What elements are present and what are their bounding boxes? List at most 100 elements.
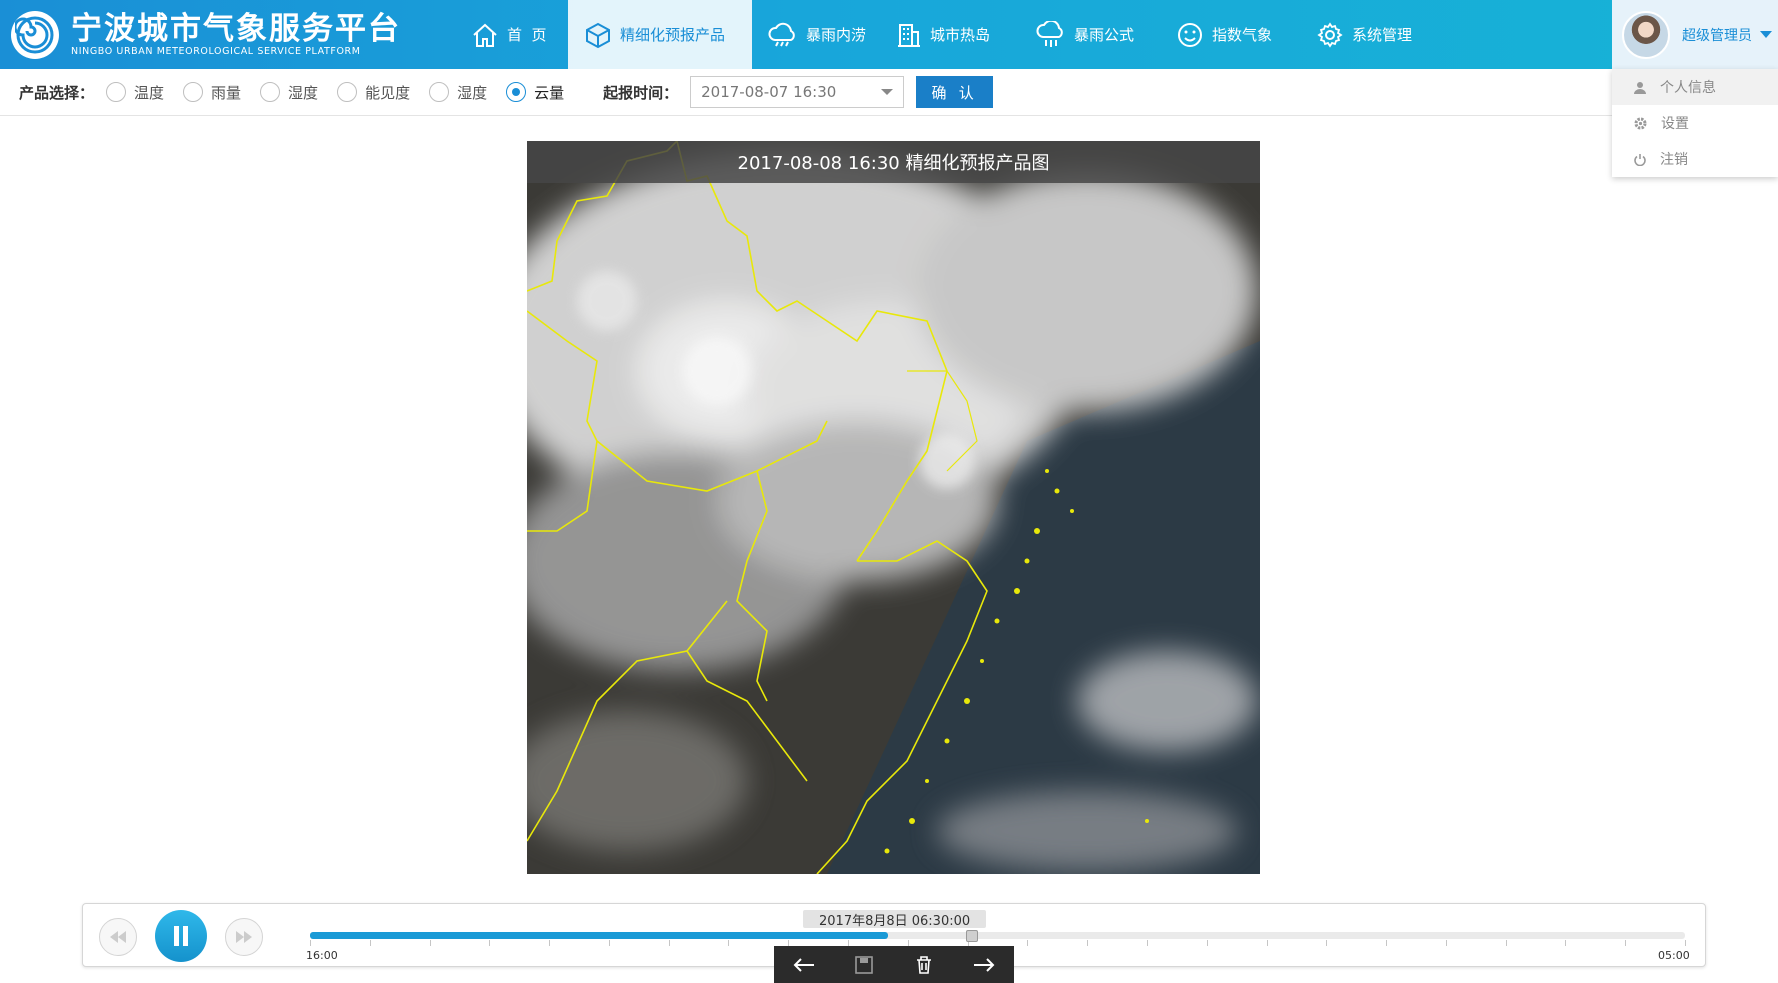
fast-forward-icon (236, 931, 252, 943)
nav-home[interactable]: 首 页 (455, 0, 568, 69)
avatar (1622, 10, 1670, 59)
user-dropdown: 个人信息 设置 注销 (1612, 69, 1778, 177)
product-radio-label: 雨量 (211, 83, 242, 102)
nav-rainstorm-formula-label: 暴雨公式 (1074, 26, 1135, 44)
timeline-tick (1326, 940, 1328, 946)
main-nav: 首 页 精细化预报产品 暴雨内涝 城市热岛 暴雨公式 指数气象 系统管理 (455, 0, 1420, 69)
timeline-handle[interactable] (966, 930, 978, 942)
timeline-tick (1625, 940, 1627, 946)
product-radio-label: 湿度 (288, 83, 319, 102)
timeline-tick (429, 940, 431, 946)
arrow-right-icon (974, 957, 995, 972)
timeline-tick (369, 940, 371, 946)
nav-index-weather[interactable]: 指数气象 (1160, 0, 1300, 69)
timeline-tick (728, 940, 730, 946)
menu-item-profile[interactable]: 个人信息 (1612, 69, 1778, 105)
product-radio-label: 云量 (534, 83, 565, 102)
smiley-icon (1178, 22, 1202, 47)
nav-urban-heat-island-label: 城市热岛 (930, 26, 991, 44)
radio-button[interactable] (506, 82, 527, 102)
forecast-time-value: 2017-08-07 16:30 (701, 83, 837, 101)
timeline-tick (549, 940, 551, 946)
nav-home-label: 首 页 (507, 26, 547, 44)
timeline-tick (1685, 940, 1686, 946)
pause-button[interactable] (155, 910, 207, 962)
product-select-label: 产品选择： (19, 83, 95, 102)
timeline-tick (1087, 940, 1089, 946)
timeline-progress (310, 932, 888, 939)
radio-button[interactable] (260, 82, 281, 102)
product-radio-temperature[interactable]: 温度 (106, 82, 164, 103)
timeline-start-label: 16:00 (306, 949, 338, 962)
rewind-icon (110, 931, 126, 943)
next-arrow-button[interactable] (967, 950, 1001, 980)
user-name: 超级管理员 (1682, 27, 1752, 44)
nav-system-admin[interactable]: 系统管理 (1300, 0, 1420, 69)
pause-icon (174, 926, 188, 946)
timeline-tick (608, 940, 610, 946)
product-radio-rainfall[interactable]: 雨量 (183, 82, 241, 103)
product-radio-cloud-cover[interactable]: 云量 (506, 82, 564, 103)
radio-button[interactable] (183, 82, 204, 102)
rewind-button[interactable] (99, 918, 137, 956)
timeline-track[interactable] (310, 932, 1685, 939)
timeline-tick (1146, 940, 1148, 946)
user-icon (1634, 81, 1646, 94)
image-tool-bar (774, 946, 1014, 983)
radio-button[interactable] (106, 82, 127, 102)
product-radio-label: 温度 (134, 83, 165, 102)
timeline-tick (1386, 940, 1388, 946)
timeline-tick (1565, 940, 1567, 946)
menu-item-settings-label: 设置 (1661, 116, 1689, 132)
forecast-product-image: 2017-08-08 16:30 精细化预报产品图 (527, 141, 1260, 874)
timeline-tick (1027, 940, 1029, 946)
product-radio-visibility[interactable]: 能见度 (337, 82, 410, 103)
map-title: 2017-08-08 16:30 精细化预报产品图 (527, 141, 1260, 183)
user-menu-toggle[interactable]: 超级管理员 (1612, 0, 1778, 69)
nav-rainstorm-flood-label: 暴雨内涝 (806, 26, 867, 44)
forecast-time-select[interactable]: 2017-08-07 16:30 (690, 76, 905, 108)
previous-arrow-button[interactable] (787, 950, 821, 980)
menu-item-settings[interactable]: 设置 (1612, 105, 1778, 141)
product-radio-humidity[interactable]: 湿度 (260, 82, 318, 103)
timeline-tick (1206, 940, 1208, 946)
home-icon (473, 23, 497, 47)
chevron-down-icon (881, 89, 894, 95)
gear-icon (1317, 21, 1343, 48)
nav-system-admin-label: 系统管理 (1352, 26, 1413, 44)
app-subtitle: NINGBO URBAN METEOROLOGICAL SERVICE PLAT… (71, 46, 361, 57)
timeline-tick (1445, 940, 1447, 946)
trash-icon (917, 955, 931, 974)
app-title: 宁波城市气象服务平台 (71, 11, 401, 47)
satellite-cloud-map (527, 141, 1260, 874)
chevron-down-icon (1760, 31, 1772, 38)
cloud-rain-icon (768, 22, 795, 46)
save-icon (855, 955, 873, 974)
nav-rainstorm-flood[interactable]: 暴雨内涝 (752, 0, 880, 69)
gear-icon (1634, 117, 1647, 129)
product-radio-humidity-2[interactable]: 湿度 (429, 82, 487, 103)
app-logo[interactable]: 宁波城市气象服务平台 NINGBO URBAN METEOROLOGICAL S… (11, 10, 401, 60)
timeline-end-label: 05:00 (1658, 949, 1690, 962)
delete-button[interactable] (907, 950, 941, 980)
product-radio-group: 温度 雨量 湿度 能见度 湿度 云量 (106, 82, 583, 103)
menu-item-logout-label: 注销 (1660, 152, 1688, 168)
current-time-tooltip: 2017年8月8日 06:30:00 (803, 910, 987, 929)
arrow-left-icon (793, 957, 814, 972)
menu-item-logout[interactable]: 注销 (1612, 141, 1778, 177)
nav-urban-heat-island[interactable]: 城市热岛 (880, 0, 1020, 69)
product-radio-label: 湿度 (457, 83, 488, 102)
nav-rainstorm-formula[interactable]: 暴雨公式 (1020, 0, 1160, 69)
fast-forward-button[interactable] (225, 918, 263, 956)
confirm-button[interactable]: 确 认 (916, 76, 994, 108)
toolbar-divider (0, 115, 1612, 116)
timeline-tick (489, 940, 491, 946)
nav-fine-forecast[interactable]: 精细化预报产品 (568, 0, 752, 69)
radio-button[interactable] (429, 82, 450, 102)
building-icon (898, 23, 920, 47)
save-image-button[interactable] (847, 950, 881, 980)
filter-toolbar: 产品选择： 温度 雨量 湿度 能见度 湿度 云量 起报时间： 2017-08-0… (0, 69, 1612, 115)
timeline-tick (1505, 940, 1507, 946)
radio-button[interactable] (337, 82, 358, 102)
logo-swirl-icon (11, 11, 59, 59)
